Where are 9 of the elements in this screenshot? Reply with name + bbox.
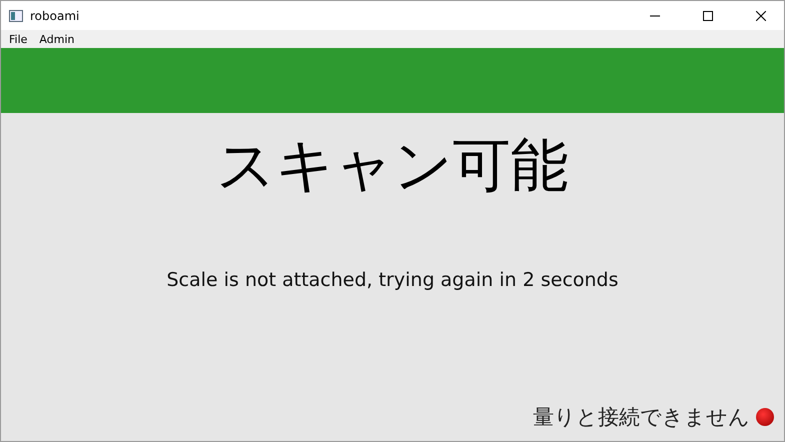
maximize-icon — [703, 10, 713, 20]
window-title: roboami — [30, 8, 80, 22]
app-icon — [9, 10, 23, 22]
close-icon — [756, 10, 766, 20]
heading: スキャン可能 — [216, 130, 568, 201]
status-message: Scale is not attached, trying again in 2 seconds — [166, 269, 618, 291]
menu-item[interactable]: Admin — [33, 30, 80, 48]
connection-status: 量りと接続できません — [533, 404, 750, 431]
menu-item[interactable]: File — [3, 30, 34, 48]
